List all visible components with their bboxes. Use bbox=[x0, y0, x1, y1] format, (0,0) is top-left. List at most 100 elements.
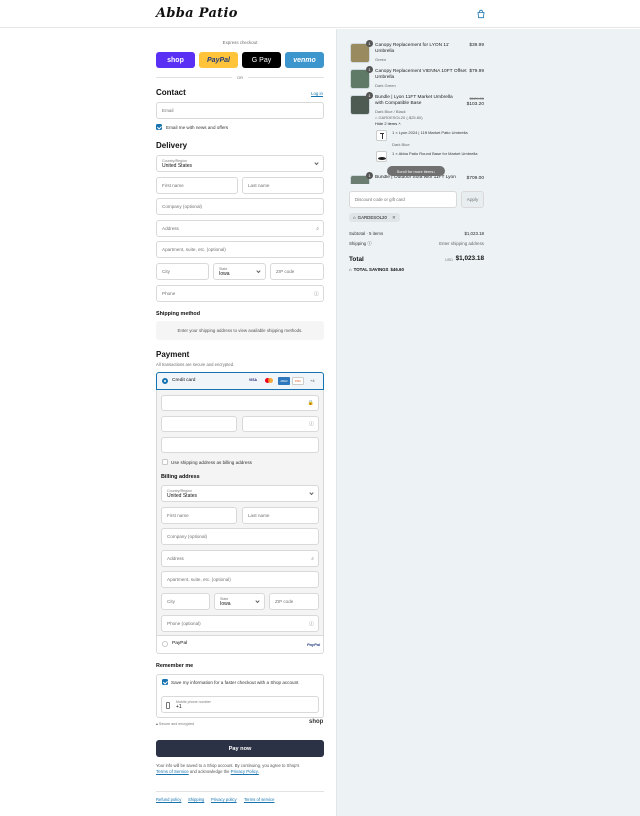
pay-now-button[interactable]: Pay now bbox=[156, 740, 324, 757]
city-placeholder: City bbox=[162, 269, 170, 274]
help-icon[interactable]: ⓘ bbox=[309, 620, 314, 627]
country-value: United States bbox=[162, 162, 193, 169]
express-checkout-label: Express checkout bbox=[222, 40, 258, 45]
phone-placeholder: Phone bbox=[162, 291, 176, 296]
apartment-placeholder: Apartment, suite, etc. (optional) bbox=[162, 247, 226, 252]
billing-state-select[interactable]: State Iowa bbox=[214, 593, 265, 610]
state-select[interactable]: State Iowa bbox=[213, 263, 266, 280]
sub-item-name: 1 × Lyon 2024 | 11ft Market Patio Umbrel… bbox=[392, 130, 468, 135]
country-select[interactable]: Country/Region United States bbox=[156, 155, 324, 172]
privacy-link[interactable]: Privacy Policy. bbox=[231, 769, 259, 774]
billing-country-select[interactable]: Country/Region United States bbox=[161, 485, 319, 502]
footer-terms-link[interactable]: Terms of service bbox=[244, 797, 274, 802]
google-pay-button[interactable]: G Pay bbox=[242, 52, 281, 68]
product-name: Canopy Replacement for LYON 11' Umbrella bbox=[375, 43, 450, 55]
shopping-bag-icon[interactable] bbox=[476, 9, 486, 19]
or-divider-left bbox=[156, 77, 232, 78]
footer-divider bbox=[156, 791, 324, 792]
mobile-phone-field[interactable]: Mobile phone number +1 bbox=[161, 696, 319, 713]
first-name-field[interactable]: First name bbox=[156, 177, 238, 194]
billing-last-name-field[interactable]: Last name bbox=[242, 507, 319, 524]
billing-apartment-field[interactable]: Apartment, suite, etc. (optional) bbox=[161, 571, 319, 588]
amex-icon: AMEX bbox=[278, 377, 290, 385]
shipping-value: Enter shipping address bbox=[439, 241, 484, 246]
expiry-field[interactable] bbox=[161, 416, 237, 432]
news-checkbox[interactable] bbox=[156, 124, 162, 130]
billing-phone-placeholder: Phone (optional) bbox=[167, 621, 201, 626]
credit-card-radio[interactable] bbox=[162, 378, 168, 384]
last-name-field[interactable]: Last name bbox=[242, 177, 324, 194]
hide-items-label: Hide 2 items bbox=[375, 121, 398, 126]
footer-refund-link[interactable]: Refund policy bbox=[156, 797, 181, 802]
apartment-field[interactable]: Apartment, suite, etc. (optional) bbox=[156, 241, 324, 258]
address-placeholder: Address bbox=[162, 226, 179, 231]
or-label: OR bbox=[237, 75, 243, 80]
contact-heading: Contact bbox=[156, 88, 186, 97]
email-field[interactable]: Email bbox=[156, 102, 324, 119]
help-icon[interactable]: ⓘ bbox=[314, 290, 319, 297]
name-on-card-field[interactable] bbox=[161, 437, 319, 453]
product-price: $709.00 bbox=[466, 176, 484, 181]
shipping-label: Shipping ⓘ bbox=[349, 241, 372, 247]
product-variant: Dark Green bbox=[375, 83, 396, 88]
help-icon[interactable]: ⓘ bbox=[367, 241, 371, 246]
billing-zip-field[interactable]: ZIP code bbox=[269, 593, 319, 610]
venmo-button[interactable]: venmo bbox=[285, 52, 324, 68]
terms-link[interactable]: Terms of Service bbox=[156, 769, 189, 774]
billing-same-label: Use shipping address as billing address bbox=[171, 460, 252, 465]
delivery-heading: Delivery bbox=[156, 141, 188, 150]
city-field[interactable]: City bbox=[156, 263, 209, 280]
product-price: $103.20 bbox=[466, 102, 484, 107]
card-number-field[interactable]: 🔒 bbox=[161, 395, 319, 411]
store-logo[interactable]: Abba Patio bbox=[156, 6, 238, 21]
billing-same-checkbox[interactable] bbox=[162, 459, 168, 465]
shipping-method-heading: Shipping method bbox=[156, 311, 201, 317]
billing-first-name-field[interactable]: First name bbox=[161, 507, 237, 524]
mobile-value: +1 bbox=[176, 703, 182, 710]
applied-code-tag: ⌂ GARDESOL20 ✕ bbox=[349, 213, 400, 222]
credit-card-option[interactable]: Credit card VISA AMEX DISC +4 bbox=[156, 372, 324, 390]
order-summary bbox=[336, 29, 640, 816]
discount-text: GARDESOL20 (-$25.80) bbox=[378, 115, 423, 120]
billing-city-field[interactable]: City bbox=[161, 593, 210, 610]
chevron-down-icon bbox=[309, 490, 314, 495]
scroll-more-hint[interactable]: Scroll for more items ↓ bbox=[387, 166, 445, 176]
sub-item-name: 1 × Abba Patio Round Base for Market Umb… bbox=[392, 151, 478, 156]
help-icon[interactable]: ⓘ bbox=[309, 421, 314, 428]
discount-code-field[interactable]: Discount code or gift card bbox=[349, 191, 457, 208]
zip-field[interactable]: ZIP code bbox=[270, 263, 324, 280]
phone-field[interactable]: Phone ⓘ bbox=[156, 285, 324, 302]
product-price: $79.99 bbox=[469, 69, 484, 74]
sub-item-thumbnail bbox=[376, 130, 387, 141]
shop-pay-button[interactable]: shop bbox=[156, 52, 195, 68]
header: Abba Patio bbox=[0, 0, 640, 28]
login-link[interactable]: Log in bbox=[311, 91, 323, 96]
paypal-radio[interactable] bbox=[162, 641, 168, 647]
apply-button[interactable]: Apply bbox=[461, 191, 484, 208]
original-price: $129.00 bbox=[469, 96, 484, 101]
legal-and: and acknowledge the bbox=[189, 769, 230, 774]
paypal-option[interactable]: PayPal PayPal bbox=[156, 636, 324, 654]
save-info-checkbox[interactable] bbox=[162, 679, 168, 685]
product-variant: Dark Blue / Black bbox=[375, 109, 406, 114]
close-icon[interactable]: ✕ bbox=[392, 215, 396, 221]
product-variant: Green bbox=[375, 57, 387, 62]
company-field[interactable]: Company (optional) bbox=[156, 198, 324, 215]
footer-privacy-link[interactable]: Privacy policy bbox=[211, 797, 237, 802]
security-code-field[interactable]: ⓘ bbox=[242, 416, 319, 432]
payment-subtitle: All transactions are secure and encrypte… bbox=[156, 362, 235, 367]
secure-text: Secure and encrypted bbox=[158, 722, 195, 726]
secure-label: 🔒︎ Secure and encrypted bbox=[156, 722, 194, 726]
paypal-button[interactable]: PayPal bbox=[199, 52, 238, 68]
shipping-label-text: Shipping bbox=[349, 241, 367, 246]
last-name-placeholder: Last name bbox=[248, 183, 270, 188]
chevron-down-icon bbox=[314, 160, 319, 165]
hide-items-toggle[interactable]: Hide 2 items ˄ bbox=[375, 121, 401, 126]
address-field[interactable]: Address ⌕ bbox=[156, 220, 324, 237]
billing-state-value: Iowa bbox=[220, 600, 231, 607]
billing-company-field[interactable]: Company (optional) bbox=[161, 528, 319, 545]
billing-address-field[interactable]: Address ⌕ bbox=[161, 550, 319, 567]
billing-phone-field[interactable]: Phone (optional) ⓘ bbox=[161, 615, 319, 632]
lock-icon: 🔒 bbox=[307, 400, 314, 406]
footer-shipping-link[interactable]: Shipping bbox=[188, 797, 204, 802]
